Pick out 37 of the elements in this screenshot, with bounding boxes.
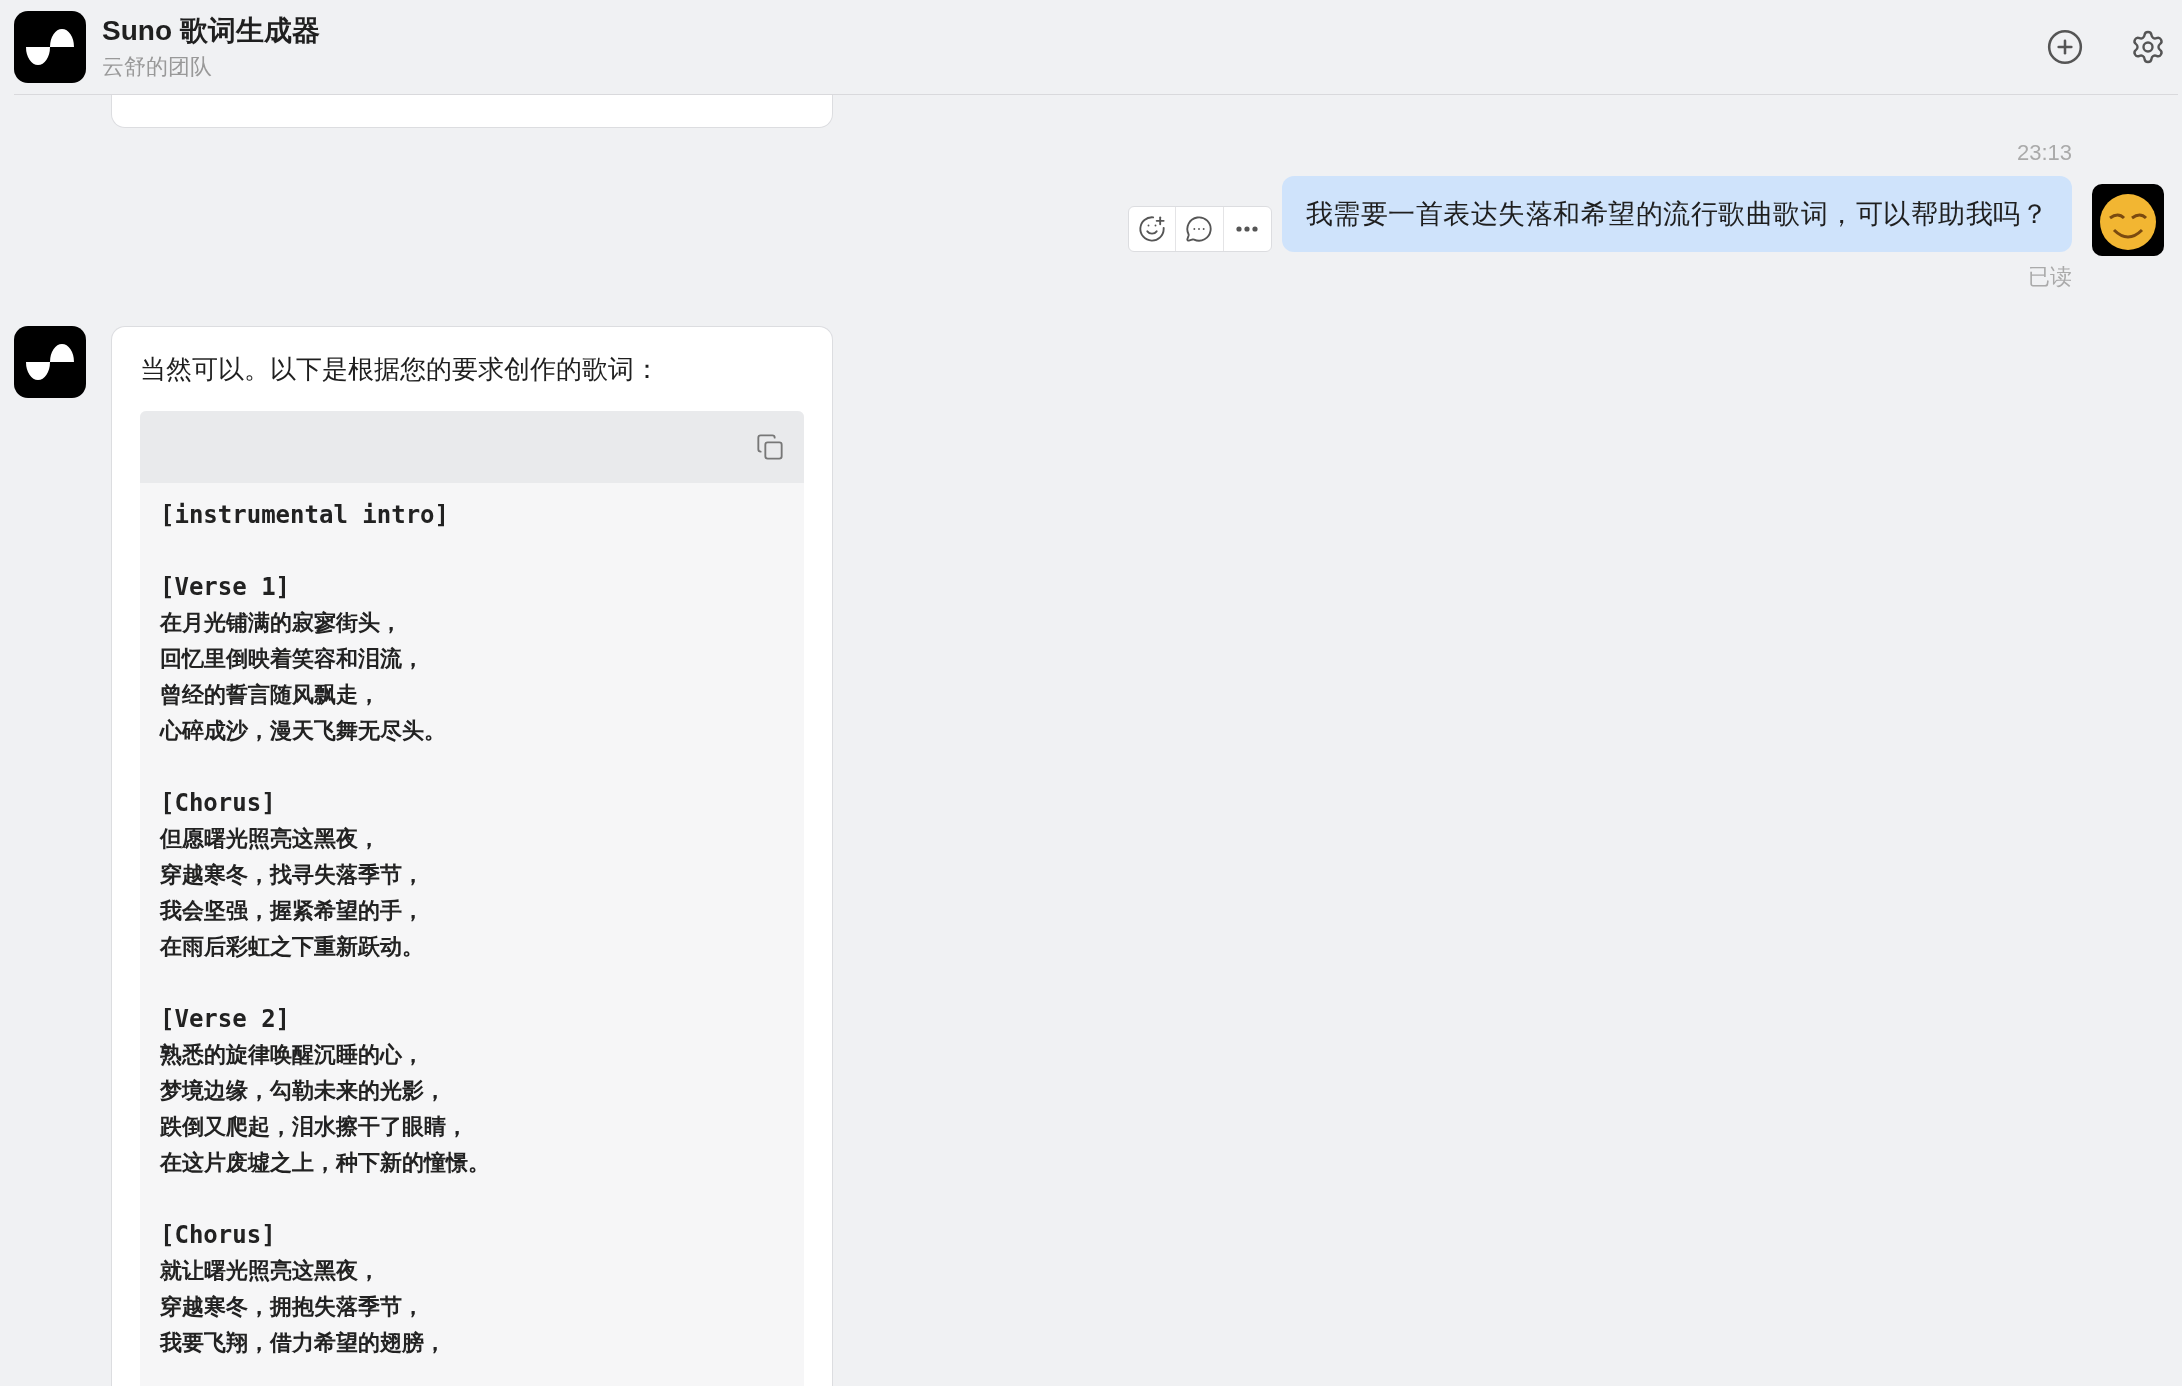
section-heading: [instrumental intro] bbox=[160, 500, 450, 531]
chat-bubble-icon bbox=[1185, 215, 1213, 243]
bot-message-text: 当然可以。以下是根据您的要求创作的歌词： bbox=[140, 353, 661, 386]
lyric-line: 曾经的誓言随风飘走， bbox=[160, 681, 381, 709]
lyric-line: 穿越寒冬，找寻失落季节， bbox=[160, 861, 425, 889]
team-name: 云舒的团队 bbox=[102, 53, 213, 81]
message-time: 23:13 bbox=[2016, 139, 2072, 167]
lyric-line: 就让曙光照亮这黑夜， bbox=[160, 1257, 381, 1285]
lyric-line: 在月光铺满的寂寥街头， bbox=[160, 609, 403, 637]
copy-button[interactable] bbox=[756, 433, 784, 461]
section-heading: [Chorus] bbox=[160, 1220, 277, 1251]
new-chat-button[interactable] bbox=[2046, 28, 2084, 66]
lyric-line: 在这片废墟之上，种下新的憧憬。 bbox=[160, 1149, 491, 1177]
emoji-add-icon bbox=[1137, 215, 1166, 243]
lyric-line: 梦境边缘，勾勒未来的光影， bbox=[160, 1077, 447, 1105]
user-message-bubble: 我需要一首表达失落和希望的流行歌曲歌词，可以帮助我吗？ bbox=[1281, 176, 2072, 252]
lyric-line: 我要飞翔，借力希望的翅膀， bbox=[160, 1329, 447, 1357]
lyric-line: 回忆里倒映着笑容和泪流， bbox=[160, 645, 425, 673]
plus-circle-icon bbox=[2046, 28, 2084, 66]
read-status: 已读 bbox=[2028, 263, 2072, 291]
app-logo-icon bbox=[14, 11, 86, 83]
settings-button[interactable] bbox=[2130, 29, 2166, 65]
section-heading: [Verse 2] bbox=[160, 1004, 292, 1035]
lyric-line: 在雨后彩虹之下重新跃动。 bbox=[160, 933, 425, 961]
app-logo-icon bbox=[14, 326, 86, 398]
lyric-line: 跌倒又爬起，泪水擦干了眼睛， bbox=[160, 1113, 469, 1141]
copy-icon bbox=[756, 433, 784, 461]
settings-icon bbox=[2130, 29, 2166, 65]
lyric-line: 穿越寒冬，拥抱失落季节， bbox=[160, 1293, 425, 1321]
lyric-line: 但愿曙光照亮这黑夜， bbox=[160, 825, 381, 853]
section-heading: [Chorus] bbox=[160, 788, 277, 819]
lyric-line: 心碎成沙，漫天飞舞无尽头。 bbox=[160, 717, 447, 745]
section-heading: [Verse 1] bbox=[160, 572, 292, 603]
lyric-line: 熟悉的旋律唤醒沉睡的心， bbox=[160, 1041, 425, 1069]
more-icon bbox=[1236, 226, 1258, 232]
lyric-line: 我会坚强，握紧希望的手， bbox=[160, 897, 425, 925]
chat-title: Suno 歌词生成器 bbox=[102, 14, 320, 48]
